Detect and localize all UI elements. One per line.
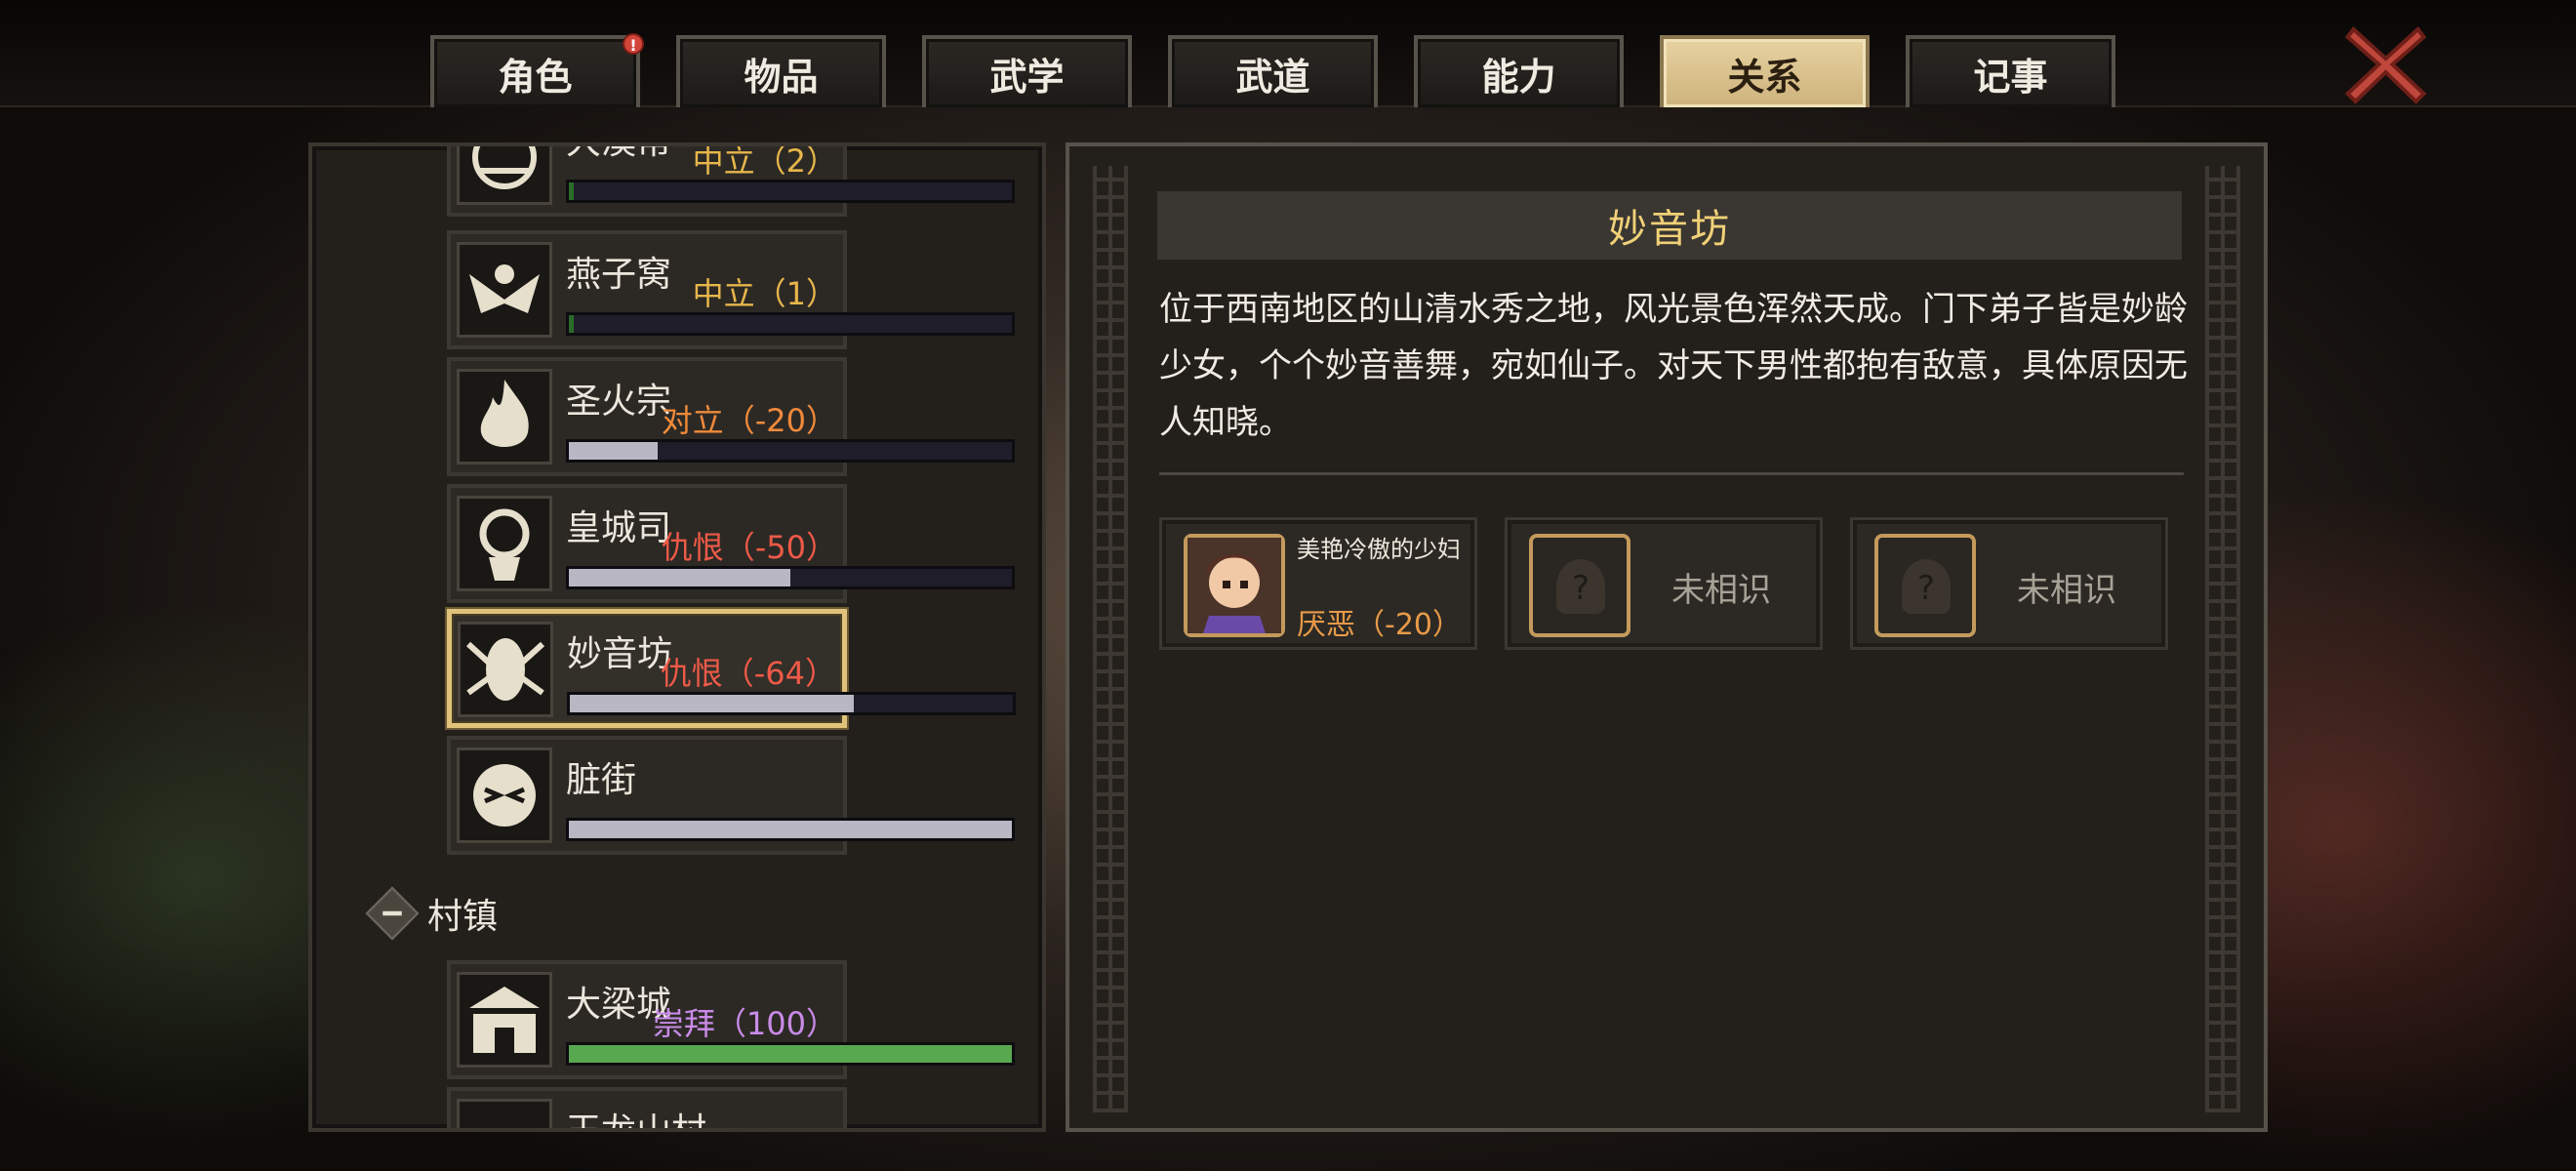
faction-item-yanziwo[interactable]: 燕子窝 中立（1） — [447, 230, 1015, 349]
notification-badge: ! — [623, 33, 644, 55]
section-label: 村镇 — [427, 897, 499, 937]
tab-label: 能力 — [1481, 55, 1556, 99]
close-button[interactable] — [2342, 20, 2430, 107]
relation-bar — [566, 439, 1015, 463]
tab-label: 角色 — [498, 55, 573, 99]
faction-name: 圣火宗 — [566, 382, 672, 422]
tab-label: 武道 — [1235, 55, 1310, 99]
relation-bar-fill — [569, 442, 658, 460]
faction-name: 脏街 — [566, 760, 637, 800]
decorative-border-right — [2205, 166, 2240, 1112]
relation-bar-fill — [569, 569, 790, 586]
collapse-icon[interactable] — [365, 886, 420, 941]
faction-emblem-icon — [457, 496, 552, 591]
faction-name: 妙音坊 — [567, 634, 673, 674]
tab-journal[interactable]: 记事 — [1906, 35, 2115, 107]
faction-emblem-icon — [457, 1099, 552, 1128]
avatar — [1184, 534, 1285, 637]
faction-item-huangchengsi[interactable]: 皇城司 仇恨（-50） — [447, 484, 1015, 603]
tab-label: 记事 — [1973, 55, 2048, 99]
faction-detail-panel: 妙音坊 位于西南地区的山清水秀之地，风光景色浑然天成。门下弟子皆是妙龄少女，个个… — [1066, 142, 2268, 1132]
member-card[interactable]: 美艳冷傲的少妇 厌恶（-20） — [1159, 517, 1477, 650]
unknown-avatar-icon: ? — [1874, 534, 1976, 637]
relation-bar — [566, 312, 1015, 336]
close-icon — [2345, 26, 2427, 104]
faction-relation: 仇恨（-50） — [661, 529, 837, 566]
faction-item-damobang[interactable]: 大漠帮 中立（2） — [447, 142, 1015, 217]
faction-item-daliangcheng[interactable]: 大梁城 崇拜（100） — [447, 960, 1015, 1079]
faction-name: 玉龙山村 — [566, 1111, 707, 1132]
tab-label: 武学 — [989, 55, 1065, 99]
city-gate-icon — [457, 972, 552, 1068]
flame-emblem-icon — [457, 369, 552, 464]
relation-bar-fill — [569, 821, 1012, 838]
faction-list-scroll[interactable]: 大漠帮 中立（2） 燕子窝 中立（1） 圣火宗 对立（-20） 皇城司 — [312, 146, 1042, 1128]
relation-bar-fill — [569, 182, 574, 200]
faction-emblem-icon — [457, 146, 552, 205]
relation-bar — [566, 818, 1015, 841]
faction-name: 大漠帮 — [566, 146, 671, 164]
faction-item-zangjie[interactable]: 脏街 — [447, 736, 1015, 855]
tab-relations[interactable]: 关系 — [1660, 35, 1870, 107]
member-unknown-label: 未相识 — [2017, 571, 2116, 610]
relation-bar-fill — [569, 1045, 1012, 1063]
tab-items[interactable]: 物品 — [676, 35, 886, 107]
faction-list-panel[interactable]: 大漠帮 中立（2） 燕子窝 中立（1） 圣火宗 对立（-20） 皇城司 — [308, 142, 1046, 1132]
member-card-unknown[interactable]: ? 未相识 — [1505, 517, 1823, 650]
detail-description: 位于西南地区的山清水秀之地，风光景色浑然天成。门下弟子皆是妙龄少女，个个妙音善舞… — [1159, 290, 2188, 442]
faction-relation: 对立（-20） — [661, 402, 837, 439]
member-name: 美艳冷傲的少妇 — [1297, 536, 1461, 563]
relation-bar — [566, 566, 1015, 589]
top-tab-bar: 角色 ! 物品 武学 武道 能力 关系 记事 — [0, 0, 2576, 107]
faction-relation: 中立（2） — [692, 142, 837, 180]
faction-item-partial[interactable]: 玉龙山村 — [447, 1087, 847, 1132]
tab-martial-way[interactable]: 武道 — [1168, 35, 1378, 107]
tab-abilities[interactable]: 能力 — [1414, 35, 1624, 107]
faction-relation: 仇恨（-64） — [660, 655, 836, 692]
member-relation: 厌恶（-20） — [1297, 608, 1462, 642]
unknown-avatar-icon: ? — [1529, 534, 1630, 637]
faction-relation: 崇拜（100） — [652, 1005, 837, 1042]
section-header-towns[interactable]: 村镇 — [365, 884, 660, 943]
relation-bar — [567, 692, 1016, 715]
faction-item-shenghuozong[interactable]: 圣火宗 对立（-20） — [447, 357, 1015, 476]
relation-bar-fill — [569, 315, 574, 333]
tab-character[interactable]: 角色 ! — [430, 33, 644, 107]
tab-label: 物品 — [744, 55, 819, 99]
faction-name: 皇城司 — [566, 508, 672, 548]
divider — [1159, 472, 2184, 475]
faction-name: 燕子窝 — [566, 255, 672, 295]
member-card-unknown[interactable]: ? 未相识 — [1850, 517, 2168, 650]
tab-martial-arts[interactable]: 武学 — [922, 35, 1132, 107]
relation-bar-fill — [570, 695, 854, 712]
faction-item-miaoyinfang[interactable]: 妙音坊 仇恨（-64） — [447, 609, 1016, 728]
member-unknown-label: 未相识 — [1671, 571, 1771, 610]
decorative-border-left — [1093, 166, 1128, 1112]
faction-relation: 中立（1） — [692, 275, 837, 312]
relation-bar — [566, 180, 1015, 203]
detail-title: 妙音坊 — [1157, 191, 2182, 260]
faction-emblem-icon — [457, 747, 552, 843]
tab-label: 关系 — [1727, 55, 1802, 99]
faction-emblem-icon — [458, 622, 553, 717]
relation-bar — [566, 1042, 1015, 1066]
faction-emblem-icon — [457, 242, 552, 338]
